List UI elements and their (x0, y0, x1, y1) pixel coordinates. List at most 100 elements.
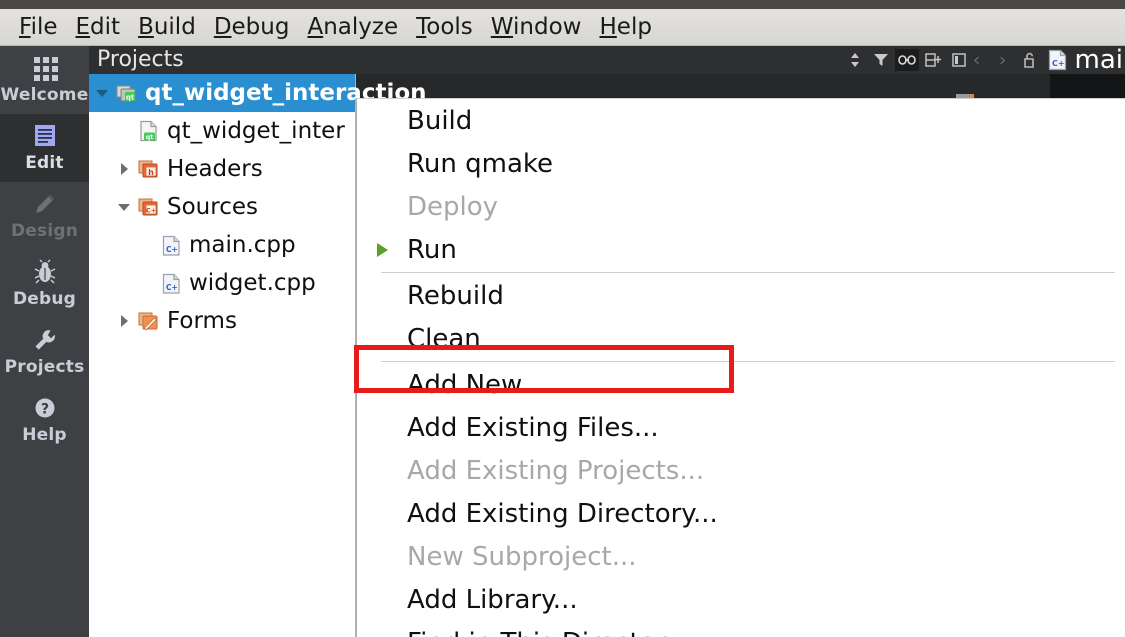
context-menu-item-label: Run (407, 234, 457, 265)
mode-item-label: Welcome (0, 85, 89, 105)
play-icon (357, 241, 407, 259)
context-menu-item-label: Add Existing Directory... (407, 498, 718, 529)
mode-item-edit[interactable]: Edit (0, 114, 89, 182)
chevron-right-icon[interactable] (111, 161, 137, 177)
context-menu-item-find-in-this-directory[interactable]: Find in This Directory... (357, 621, 1125, 637)
svg-text:C+: C+ (1052, 59, 1065, 68)
menu-bar: File Edit Build Debug Analyze Tools Window Help (0, 9, 1125, 46)
mode-item-label: Help (22, 425, 67, 445)
chevron-down-icon[interactable] (89, 86, 115, 100)
menubar-item-window[interactable]: Window (482, 15, 591, 39)
filter-icon[interactable] (869, 49, 893, 71)
chevron-right-icon[interactable] (111, 313, 137, 329)
tree-item-label: qt_widget_inter (167, 118, 345, 144)
tree-item-main-cpp[interactable]: C+ main.cpp (89, 226, 355, 264)
cpp-file-icon: C+ (159, 235, 183, 256)
context-menu-item-run[interactable]: Run (357, 228, 1125, 271)
context-menu-item-label: New Subproject... (407, 541, 637, 572)
context-menu-item-label: Add Existing Files... (407, 412, 659, 443)
context-menu-item-label: Add Existing Projects... (407, 455, 705, 486)
qt-pro-file-icon: qt (137, 120, 161, 142)
context-menu-item-new-subproject: New Subproject... (357, 535, 1125, 578)
context-menu-item-label: Run qmake (407, 148, 554, 179)
sources-folder-icon: C+ (137, 197, 161, 217)
svg-text:qt: qt (126, 94, 135, 102)
nav-back-button[interactable]: ‹ (967, 49, 987, 71)
mode-selector-sidebar: Welcome Edit Design Debug Projects? Help (0, 46, 89, 637)
question-icon: ? (32, 395, 58, 421)
tree-item-sources[interactable]: C+ Sources (89, 188, 355, 226)
project-panel-toolbar (843, 46, 971, 74)
tree-item-widget-cpp[interactable]: C+ widget.cpp (89, 264, 355, 302)
qt-creator-window: File Edit Build Debug Analyze Tools Window Help… (0, 0, 1125, 637)
cpp-file-icon: C+ (159, 273, 183, 294)
cpp-file-icon: C+ (1047, 49, 1069, 71)
context-menu-item-label: Deploy (407, 191, 499, 222)
svg-text:C+: C+ (146, 207, 156, 215)
mode-item-help[interactable]: ? Help (0, 386, 89, 454)
svg-text:h: h (148, 168, 154, 177)
context-menu-item-add-existing-directory[interactable]: Add Existing Directory... (357, 492, 1125, 535)
context-menu-item-label: Find in This Directory... (407, 628, 703, 637)
sort-icon[interactable] (843, 49, 867, 71)
context-menu-item-build[interactable]: Build (357, 99, 1125, 142)
menubar-item-build[interactable]: Build (129, 15, 205, 39)
forms-folder-icon (137, 311, 161, 331)
active-document-title[interactable]: mai (1075, 46, 1123, 74)
context-menu-item-label: Add Library... (407, 584, 578, 615)
tree-item-qt-widget-inter[interactable]: qt qt_widget_inter (89, 112, 355, 150)
tree-item-label: main.cpp (189, 232, 296, 258)
mode-item-welcome[interactable]: Welcome (0, 46, 89, 114)
mode-item-label: Edit (25, 153, 64, 173)
project-tree: qt qt_widget_interaction qt qt_widget_inter… (89, 74, 427, 340)
svg-text:C+: C+ (166, 245, 178, 254)
mode-item-label: Debug (12, 289, 77, 309)
project-panel-title: Projects (97, 47, 184, 72)
context-menu-item-add-new[interactable]: Add New... (357, 363, 1125, 406)
link-icon[interactable] (895, 49, 919, 71)
window-title-strip (0, 0, 1125, 9)
tree-item-label: widget.cpp (189, 270, 316, 296)
editor-nav-group: ‹ › C+ mai (967, 46, 1125, 74)
mode-item-design: Design (0, 182, 89, 250)
tree-item-headers[interactable]: h Headers (89, 150, 355, 188)
mode-item-projects[interactable]: Projects (0, 318, 89, 386)
context-menu-item-label: Build (407, 105, 473, 136)
svg-text:?: ? (40, 402, 48, 418)
bug-icon (32, 259, 58, 285)
context-menu-item-add-existing-projects: Add Existing Projects... (357, 449, 1125, 492)
tree-item-forms[interactable]: Forms (89, 302, 355, 340)
svg-text:C+: C+ (166, 283, 178, 292)
project-panel-header: Projects ‹ › C+ mai (89, 46, 1125, 74)
context-menu-item-label: Rebuild (407, 280, 504, 311)
menubar-item-edit[interactable]: Edit (67, 15, 130, 39)
menubar-item-analyze[interactable]: Analyze (298, 15, 407, 39)
context-menu-item-add-existing-files[interactable]: Add Existing Files... (357, 406, 1125, 449)
wrench-icon (32, 327, 58, 353)
split-add-icon[interactable] (921, 49, 945, 71)
grid-icon (32, 55, 58, 81)
context-menu-item-rebuild[interactable]: Rebuild (357, 274, 1125, 317)
project-context-menu: Build Run qmake Deploy Run Rebuild Clean Add N… (356, 98, 1125, 637)
qt-project-icon: qt (115, 83, 139, 103)
svg-text:qt: qt (146, 133, 154, 141)
menu-separator (381, 361, 1115, 362)
pencil-icon (32, 191, 58, 217)
nav-forward-button[interactable]: › (993, 49, 1013, 71)
mode-item-debug[interactable]: Debug (0, 250, 89, 318)
tree-item-label: Headers (167, 156, 263, 182)
menubar-item-file[interactable]: File (10, 15, 67, 39)
chevron-down-icon[interactable] (111, 200, 137, 214)
context-menu-item-add-library[interactable]: Add Library... (357, 578, 1125, 621)
menubar-item-tools[interactable]: Tools (407, 15, 482, 39)
context-menu-item-clean[interactable]: Clean (357, 317, 1125, 360)
menubar-item-help[interactable]: Help (591, 15, 661, 39)
menubar-item-debug[interactable]: Debug (205, 15, 299, 39)
tree-item-qt-widget-interaction[interactable]: qt qt_widget_interaction (89, 74, 427, 112)
headers-folder-icon: h (137, 159, 161, 179)
tree-item-label: Sources (167, 194, 258, 220)
menu-separator (381, 272, 1115, 273)
context-menu-item-label: Clean (407, 323, 481, 354)
context-menu-item-run-qmake[interactable]: Run qmake (357, 142, 1125, 185)
unlock-icon[interactable] (1019, 51, 1041, 69)
